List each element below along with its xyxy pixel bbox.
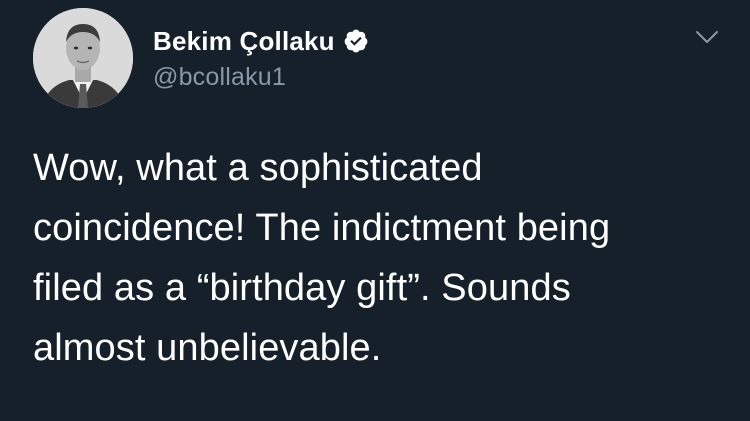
author-handle[interactable]: @bcollaku1 — [153, 63, 286, 92]
avatar-photo — [33, 8, 133, 108]
verified-badge-icon — [343, 28, 369, 54]
avatar[interactable] — [33, 8, 133, 108]
tweet-text-line: filed as a “birthday gift”. Sounds — [33, 267, 571, 309]
chevron-down-icon[interactable] — [693, 26, 721, 48]
tweet-text-line: coincidence! The indictment being — [33, 207, 611, 249]
author-display-name[interactable]: Bekim Çollaku — [153, 26, 335, 57]
tweet-text: Wow, what a sophisticated coincidence! T… — [33, 138, 723, 378]
tweet-card: Bekim Çollaku @bcollaku1 Wow, what a sop… — [0, 0, 750, 421]
author-name-row: Bekim Çollaku — [153, 24, 369, 58]
tweet-text-line: almost unbelievable. — [33, 327, 382, 369]
tweet-text-line: Wow, what a sophisticated — [33, 147, 483, 189]
